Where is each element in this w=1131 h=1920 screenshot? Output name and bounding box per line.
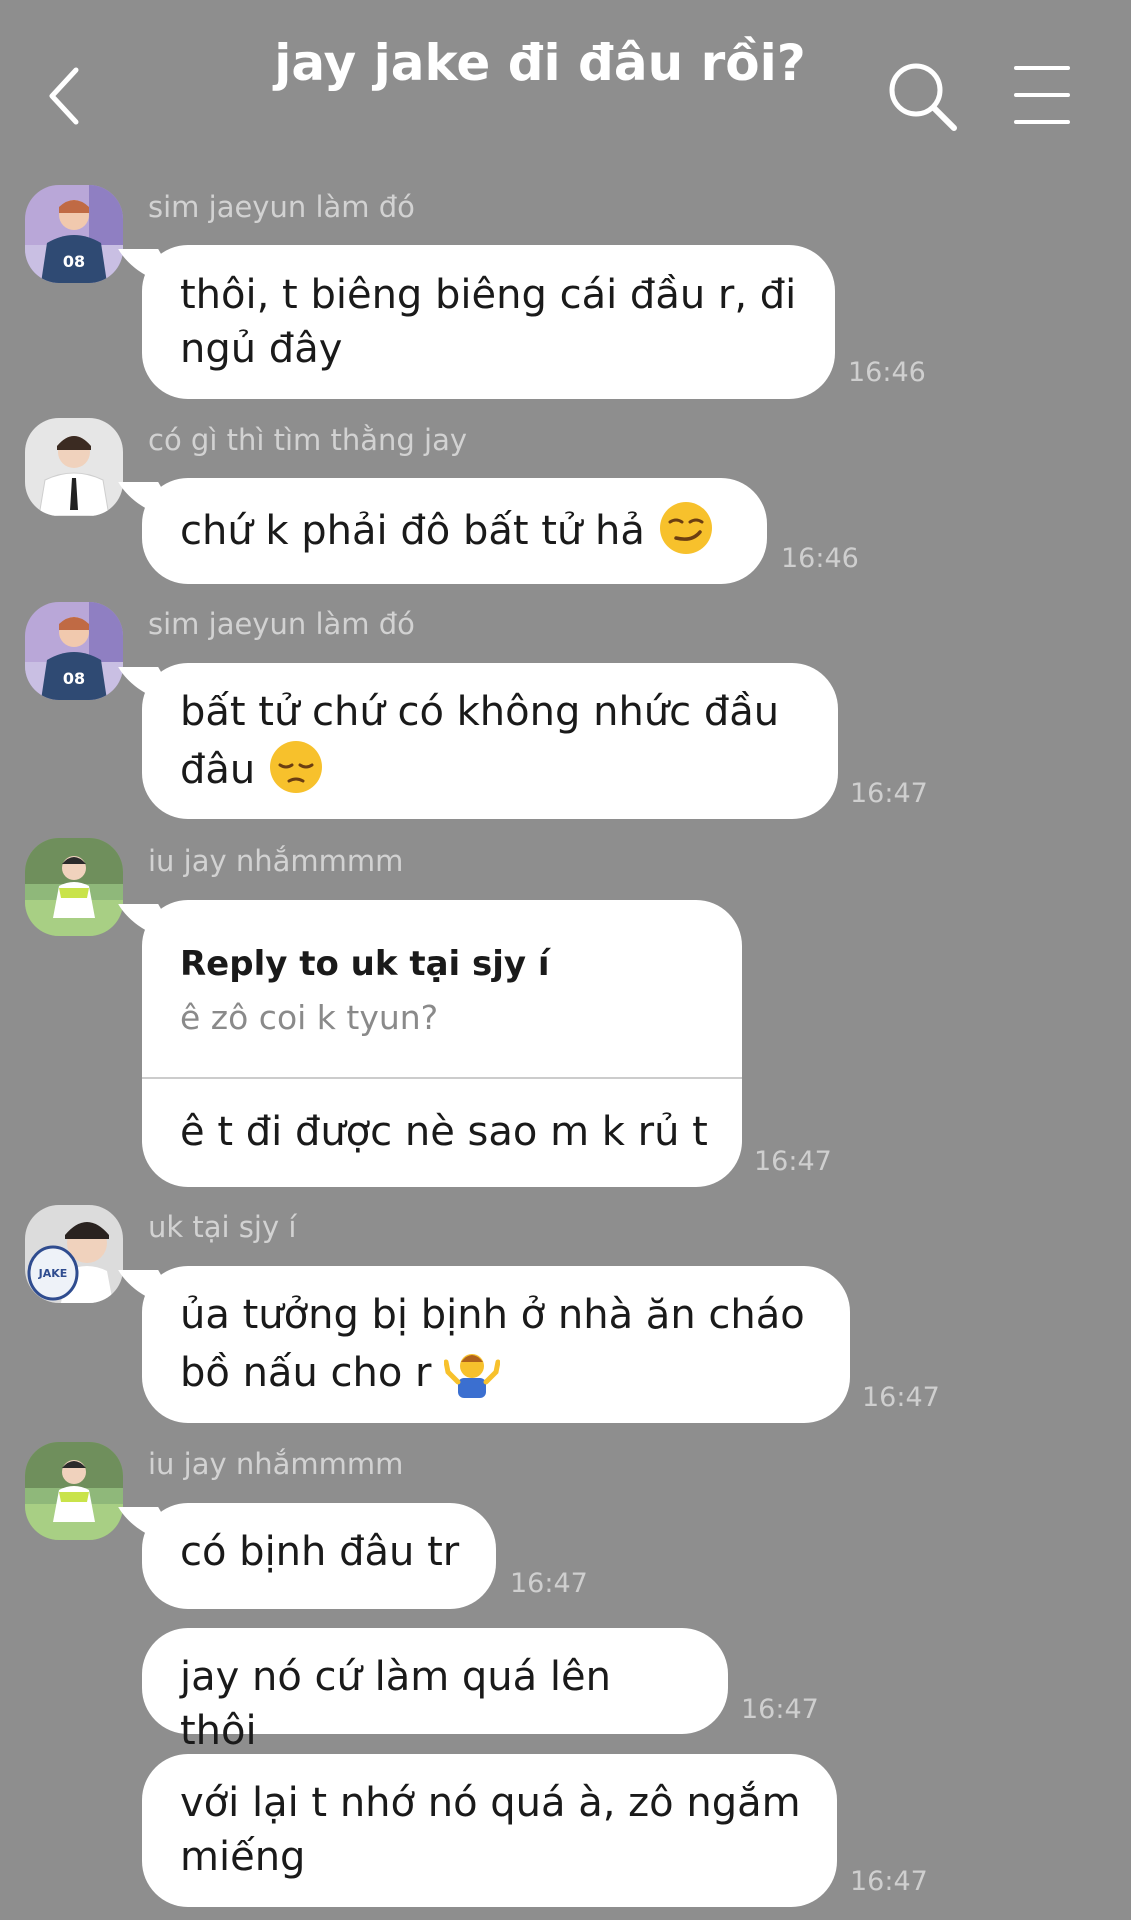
reply-divider [142, 1077, 742, 1079]
avatar[interactable] [25, 1442, 123, 1540]
avatar[interactable] [25, 418, 123, 516]
sender-name: uk tại sjy í [148, 1210, 297, 1244]
message-text: ê t đi được nè sao m k rủ t [180, 1109, 708, 1155]
avatar-photo [25, 1442, 123, 1540]
svg-text:JAKE: JAKE [38, 1267, 68, 1280]
message-time: 16:46 [781, 543, 859, 574]
message-bubble[interactable]: có bịnh đâu tr [142, 1503, 496, 1609]
reply-to-label: Reply to uk tại sjy í [180, 944, 550, 984]
smirking-face-icon [659, 502, 712, 554]
sender-name: iu jay nhắmmmm [148, 844, 404, 878]
person-shrugging-icon [444, 1354, 501, 1398]
message-time: 16:47 [862, 1382, 940, 1413]
message-text-content: chứ k phải đô bất tử hả [180, 508, 658, 554]
message-time: 16:47 [850, 1866, 928, 1897]
sender-name: sim jaeyun làm đó [148, 607, 415, 641]
message-text: bất tử chứ có không nhức đầu đâu [180, 685, 804, 797]
svg-text:08: 08 [63, 669, 85, 688]
reply-message-bubble[interactable]: Reply to uk tại sjy í ê zô coi k tyun? ê… [142, 900, 742, 1187]
search-button[interactable] [884, 58, 964, 138]
avatar[interactable]: 08 [25, 185, 123, 283]
chat-title: jay jake đi đâu rồi? [274, 34, 806, 92]
avatar[interactable] [25, 838, 123, 936]
message-time: 16:47 [754, 1146, 832, 1177]
message-text: ủa tưởng bị bịnh ở nhà ăn cháo bồ nấu ch… [180, 1288, 816, 1400]
pensive-face-icon [269, 741, 322, 793]
menu-button[interactable] [1012, 62, 1072, 128]
chat-header: jay jake đi đâu rồi? [0, 0, 1131, 170]
message-time: 16:47 [850, 778, 928, 809]
message-bubble[interactable]: ủa tưởng bị bịnh ở nhà ăn cháo bồ nấu ch… [142, 1266, 850, 1423]
sender-name: iu jay nhắmmmm [148, 1447, 404, 1481]
avatar-photo [25, 418, 123, 516]
message-text: chứ k phải đô bất tử hả [180, 500, 733, 558]
message-text: có bịnh đâu tr [180, 1529, 460, 1575]
message-text: với lại t nhớ nó quá à, zô ngắm miếng [180, 1780, 801, 1880]
hamburger-menu-icon [1014, 66, 1070, 124]
message-bubble[interactable]: jay nó cứ làm quá lên thôi [142, 1628, 728, 1754]
message-bubble[interactable]: thôi, t biêng biêng cái đầu r, đi ngủ đâ… [142, 245, 835, 399]
message-time: 16:47 [510, 1568, 588, 1599]
message-text: thôi, t biêng biêng cái đầu r, đi ngủ đâ… [180, 272, 797, 372]
avatar-photo [25, 838, 123, 936]
sender-name: có gì thì tìm thằng jay [148, 423, 468, 457]
chevron-left-icon [49, 67, 79, 125]
message-bubble[interactable]: với lại t nhớ nó quá à, zô ngắm miếng [142, 1754, 837, 1907]
svg-text:08: 08 [63, 252, 85, 271]
avatar-photo: 08 [25, 602, 123, 700]
message-bubble[interactable]: chứ k phải đô bất tử hả [142, 478, 767, 584]
message-time: 16:46 [848, 357, 926, 388]
avatar-photo: JAKE [25, 1205, 123, 1303]
message-text: jay nó cứ làm quá lên thôi [180, 1654, 611, 1754]
message-time: 16:47 [741, 1694, 819, 1725]
reply-quote-text: ê zô coi k tyun? [180, 998, 439, 1037]
sender-name: sim jaeyun làm đó [148, 190, 415, 224]
avatar[interactable]: JAKE [25, 1205, 123, 1303]
avatar[interactable]: 08 [25, 602, 123, 700]
search-icon [889, 63, 957, 131]
back-button[interactable] [36, 58, 96, 134]
avatar-photo: 08 [25, 185, 123, 283]
message-bubble[interactable]: bất tử chứ có không nhức đầu đâu [142, 663, 838, 819]
